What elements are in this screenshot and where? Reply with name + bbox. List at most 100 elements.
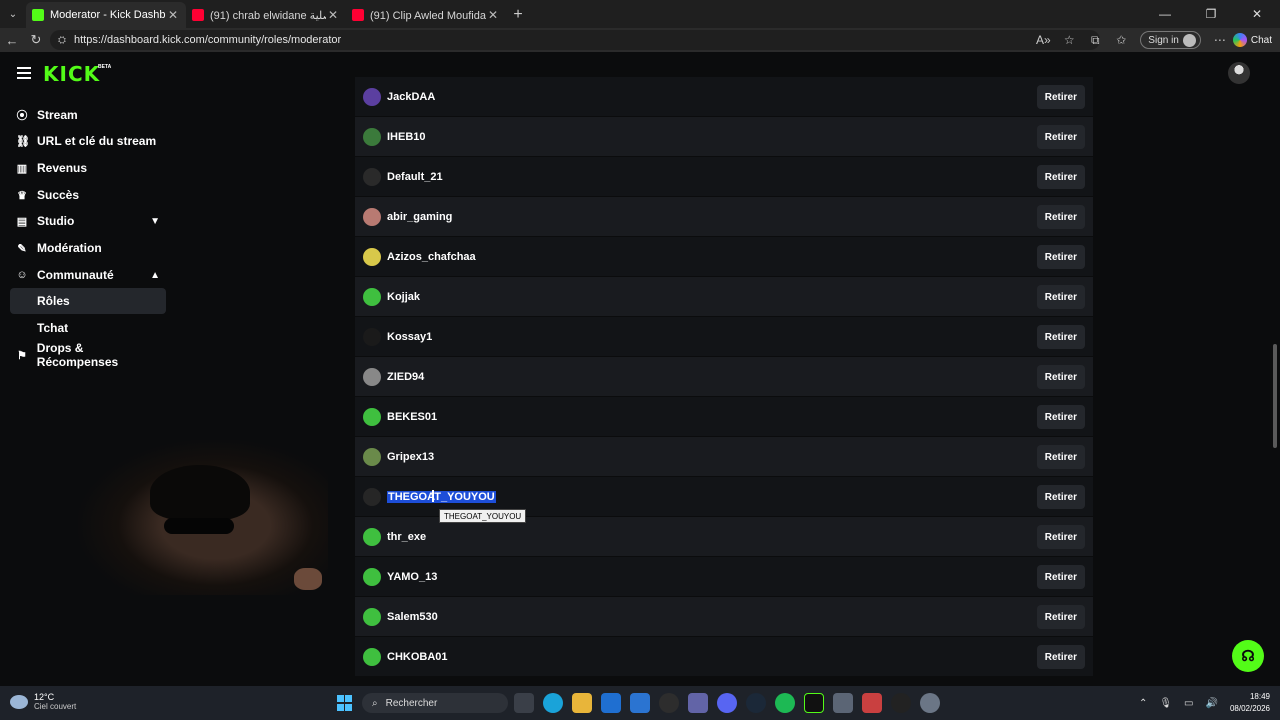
restore-icon[interactable]: ❐ [1188, 0, 1234, 28]
site-info-icon[interactable]: ⛭ [58, 35, 66, 46]
moderator-username[interactable]: CHKOBA01 [387, 651, 448, 663]
remove-moderator-button[interactable]: Retirer [1036, 405, 1085, 429]
tab-youtube-2[interactable]: (91) Clip Awled Moufida - مفيدة ✕ [346, 2, 506, 28]
sidebar-item-stream-key[interactable]: ⛓ URL et clé du stream [10, 128, 166, 154]
favorites-icon[interactable]: ✩ [1108, 33, 1134, 47]
moderator-username[interactable]: IHEB10 [387, 131, 426, 143]
outlook-icon[interactable] [601, 693, 621, 713]
remove-moderator-button[interactable]: Retirer [1036, 285, 1085, 309]
close-tab-icon[interactable]: ✕ [486, 8, 500, 22]
refresh-icon[interactable]: ↻ [24, 28, 48, 52]
minimize-icon[interactable]: — [1142, 0, 1188, 28]
tray-chevron-up-icon[interactable]: ⌃ [1139, 698, 1147, 709]
avatar[interactable] [363, 167, 381, 186]
close-tab-icon[interactable]: ✕ [166, 8, 180, 22]
sidebar-item-communaute[interactable]: ☺ Communauté ▲ [10, 262, 166, 288]
moderator-username[interactable]: Gripex13 [387, 451, 434, 463]
task-view-icon[interactable] [514, 693, 534, 713]
sidebar-item-drops[interactable]: ⚑ Drops & Récompenses [10, 341, 166, 369]
taskbar-search[interactable]: ⌕ Rechercher [362, 693, 508, 713]
sidebar-item-stream[interactable]: ⦿ Stream [10, 102, 166, 128]
obs-icon[interactable] [891, 693, 911, 713]
read-aloud-icon[interactable]: A» [1030, 33, 1056, 47]
sidebar-item-studio[interactable]: ▤ Studio ▼ [10, 208, 166, 234]
close-window-icon[interactable]: ✕ [1234, 0, 1280, 28]
remove-moderator-button[interactable]: Retirer [1036, 205, 1085, 229]
more-options-icon[interactable]: ⋯ [1207, 33, 1233, 47]
moderator-username[interactable]: Salem530 [387, 611, 438, 623]
teams-icon[interactable] [688, 693, 708, 713]
steam-icon[interactable] [746, 693, 766, 713]
copilot-chat-button[interactable]: Chat [1232, 33, 1272, 47]
avatar[interactable] [363, 247, 381, 266]
remove-moderator-button[interactable]: Retirer [1036, 605, 1085, 629]
new-tab-icon[interactable]: + [506, 2, 530, 28]
avatar[interactable] [363, 207, 381, 226]
microphone-icon[interactable]: 🎙 [1159, 698, 1172, 709]
clock[interactable]: 18:49 08/02/2026 [1230, 691, 1270, 715]
kick-app-icon[interactable] [804, 693, 824, 713]
avatar[interactable] [363, 647, 381, 666]
avatar[interactable] [363, 487, 381, 506]
remove-moderator-button[interactable]: Retirer [1036, 525, 1085, 549]
page-scrollbar[interactable] [1273, 344, 1277, 448]
user-avatar[interactable] [1228, 62, 1250, 84]
moderator-username[interactable]: YAMO_13 [387, 571, 437, 583]
avatar[interactable] [363, 607, 381, 626]
moderator-username[interactable]: JackDAA [387, 91, 435, 103]
moderator-username[interactable]: Kojjak [387, 291, 420, 303]
favorite-star-icon[interactable]: ☆ [1056, 33, 1082, 47]
avatar[interactable] [363, 287, 381, 306]
remove-moderator-button[interactable]: Retirer [1036, 445, 1085, 469]
moderator-username[interactable]: BEKES01 [387, 411, 437, 423]
windows-start-icon[interactable] [337, 695, 353, 711]
edge-icon[interactable] [543, 693, 563, 713]
remove-moderator-button[interactable]: Retirer [1036, 165, 1085, 189]
app-icon[interactable] [659, 693, 679, 713]
kick-logo[interactable]: KICK [43, 62, 100, 86]
moderator-username[interactable]: THEGOAT_YOUYOU [387, 490, 496, 503]
store-icon[interactable] [630, 693, 650, 713]
moderator-username[interactable]: thr_exe [387, 531, 426, 543]
tab-kick-dashboard[interactable]: Moderator - Kick Dashboard ✕ [26, 2, 186, 28]
discord-icon[interactable] [717, 693, 737, 713]
avatar[interactable] [363, 367, 381, 386]
moderator-username[interactable]: ZIED94 [387, 371, 424, 383]
extensions-icon[interactable]: ⧉ [1082, 33, 1108, 48]
avatar[interactable] [363, 407, 381, 426]
moderator-username[interactable]: Default_21 [387, 171, 443, 183]
sign-in-button[interactable]: Sign in [1140, 31, 1201, 49]
avatar[interactable] [363, 447, 381, 466]
remove-moderator-button[interactable]: Retirer [1036, 85, 1085, 109]
weather-widget[interactable]: 12°C Ciel couvert [10, 692, 76, 711]
url-field[interactable]: ⛭ https://dashboard.kick.com/community/r… [50, 30, 1100, 50]
recorder-icon[interactable] [862, 693, 882, 713]
tab-actions-icon[interactable]: ⌄ [0, 0, 26, 28]
remove-moderator-button[interactable]: Retirer [1036, 565, 1085, 589]
avatar[interactable] [363, 327, 381, 346]
remove-moderator-button[interactable]: Retirer [1036, 365, 1085, 389]
menu-icon[interactable] [17, 67, 31, 79]
remove-moderator-button[interactable]: Retirer [1036, 325, 1085, 349]
sidebar-item-roles[interactable]: Rôles [10, 288, 166, 314]
sidebar-item-moderation[interactable]: ✎ Modération [10, 235, 166, 261]
settings-icon[interactable] [920, 693, 940, 713]
avatar[interactable] [363, 527, 381, 546]
network-icon[interactable]: ▭ [1184, 698, 1193, 709]
remove-moderator-button[interactable]: Retirer [1036, 125, 1085, 149]
avatar[interactable] [363, 87, 381, 106]
tab-youtube-1[interactable]: (91) chrab elwidane النسخة الأصلية ✕ [186, 2, 346, 28]
remove-moderator-button[interactable]: Retirer [1036, 645, 1085, 669]
file-explorer-icon[interactable] [572, 693, 592, 713]
back-icon[interactable]: ← [0, 28, 24, 52]
avatar[interactable] [363, 567, 381, 586]
sidebar-item-revenus[interactable]: ▥ Revenus [10, 155, 166, 181]
remove-moderator-button[interactable]: Retirer [1036, 245, 1085, 269]
volume-icon[interactable]: 🔊 [1206, 698, 1218, 709]
help-support-button[interactable]: ☊ [1232, 640, 1264, 672]
spotify-icon[interactable] [775, 693, 795, 713]
calculator-icon[interactable] [833, 693, 853, 713]
sidebar-item-succes[interactable]: ♛ Succès [10, 182, 166, 208]
close-tab-icon[interactable]: ✕ [326, 8, 340, 22]
sidebar-item-tchat[interactable]: Tchat [10, 315, 166, 341]
